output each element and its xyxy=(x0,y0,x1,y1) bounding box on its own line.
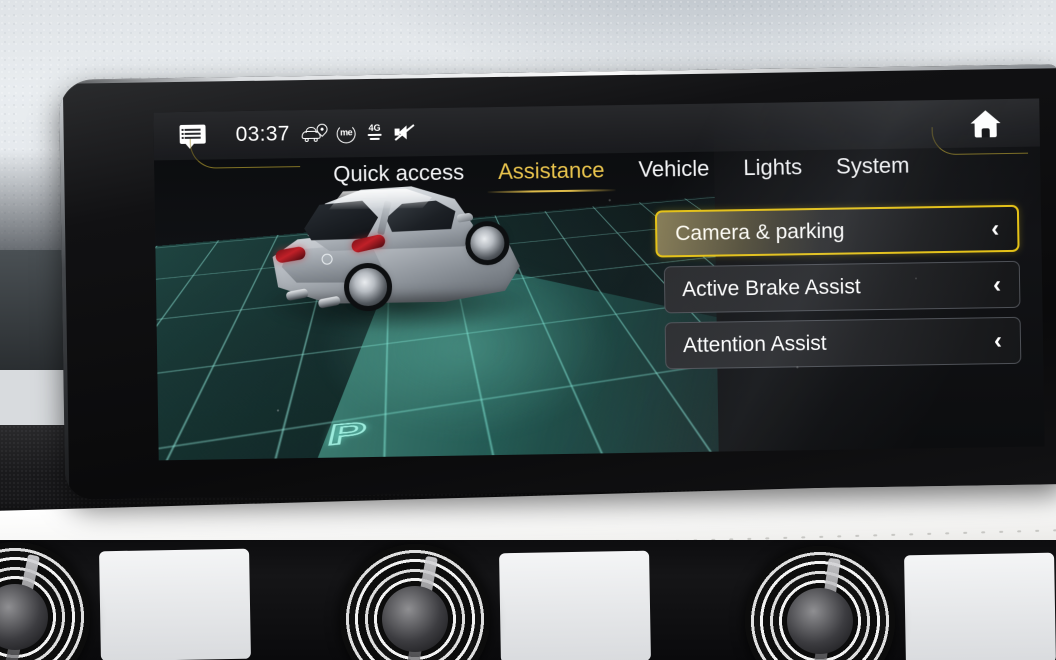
bubble-line xyxy=(184,136,201,139)
menu-item-label: Active Brake Assist xyxy=(681,274,861,301)
chevron-left-icon: ‹ xyxy=(990,214,1000,242)
vehicle-badge xyxy=(321,253,333,265)
air-vent-2[interactable] xyxy=(340,544,490,660)
vehicle-mirror xyxy=(456,212,474,223)
tab-assistance[interactable]: Assistance xyxy=(481,153,622,195)
messages-button[interactable] xyxy=(153,111,232,160)
bubble-tail xyxy=(184,142,195,149)
assistance-menu-list: Camera & parking ‹ Active Brake Assist ‹… xyxy=(654,204,1022,370)
sound-muted-icon xyxy=(394,123,415,141)
air-vent-3[interactable] xyxy=(745,546,895,660)
car-wheel xyxy=(304,137,309,143)
tab-system[interactable]: System xyxy=(819,148,927,190)
vent-panel-1 xyxy=(99,548,251,660)
bubble-line xyxy=(184,128,201,131)
bubble-dot xyxy=(181,128,184,131)
network-label: 4G xyxy=(368,122,381,133)
bubble-line xyxy=(184,132,201,135)
vent-hub xyxy=(0,584,48,650)
bubble-dot xyxy=(181,132,184,135)
vehicle-rear-wheel xyxy=(343,262,393,312)
car-wheel xyxy=(313,137,318,142)
clock: 03:37 xyxy=(235,122,290,147)
menu-item-active-brake-assist[interactable]: Active Brake Assist ‹ xyxy=(663,260,1021,314)
menu-item-label: Attention Assist xyxy=(682,331,827,357)
status-icon-group: me 4G xyxy=(301,121,415,144)
chevron-left-icon: ‹ xyxy=(992,270,1002,298)
infotainment-display[interactable]: P P xyxy=(153,98,1045,461)
dashboard-left-trim xyxy=(0,250,70,370)
menu-item-attention-assist[interactable]: Attention Assist ‹ xyxy=(664,316,1022,370)
network-4g-icon: 4G xyxy=(365,122,385,142)
air-vents-region xyxy=(0,540,1056,660)
tab-lights[interactable]: Lights xyxy=(726,150,819,191)
car-location-icon xyxy=(301,121,330,143)
vent-panel-3 xyxy=(904,552,1056,660)
mercedes-me-icon: me xyxy=(336,123,356,144)
home-door xyxy=(981,127,990,137)
vent-hub xyxy=(787,588,853,654)
chevron-left-icon: ‹ xyxy=(993,326,1003,354)
tab-quick-access[interactable]: Quick access xyxy=(316,155,481,198)
me-label: me xyxy=(339,126,353,137)
bubble-dot xyxy=(181,136,184,139)
message-bubble-icon xyxy=(179,124,206,149)
bubble-shape xyxy=(179,124,206,144)
home-button[interactable] xyxy=(949,99,1022,148)
vent-hub xyxy=(382,586,448,652)
signal-bar xyxy=(369,137,380,140)
display-bezel: P P xyxy=(58,64,1056,500)
menu-item-camera-parking[interactable]: Camera & parking ‹ xyxy=(654,204,1020,258)
screenshot-stage: P P xyxy=(0,0,1056,660)
air-vent-1[interactable] xyxy=(0,542,90,660)
vehicle-front-wheel xyxy=(465,220,510,266)
tab-vehicle[interactable]: Vehicle xyxy=(621,151,727,193)
home-icon xyxy=(970,109,1001,137)
home-roof xyxy=(970,109,1001,124)
signal-bar xyxy=(367,133,382,136)
vent-panel-2 xyxy=(499,550,651,660)
menu-item-label: Camera & parking xyxy=(675,219,845,245)
